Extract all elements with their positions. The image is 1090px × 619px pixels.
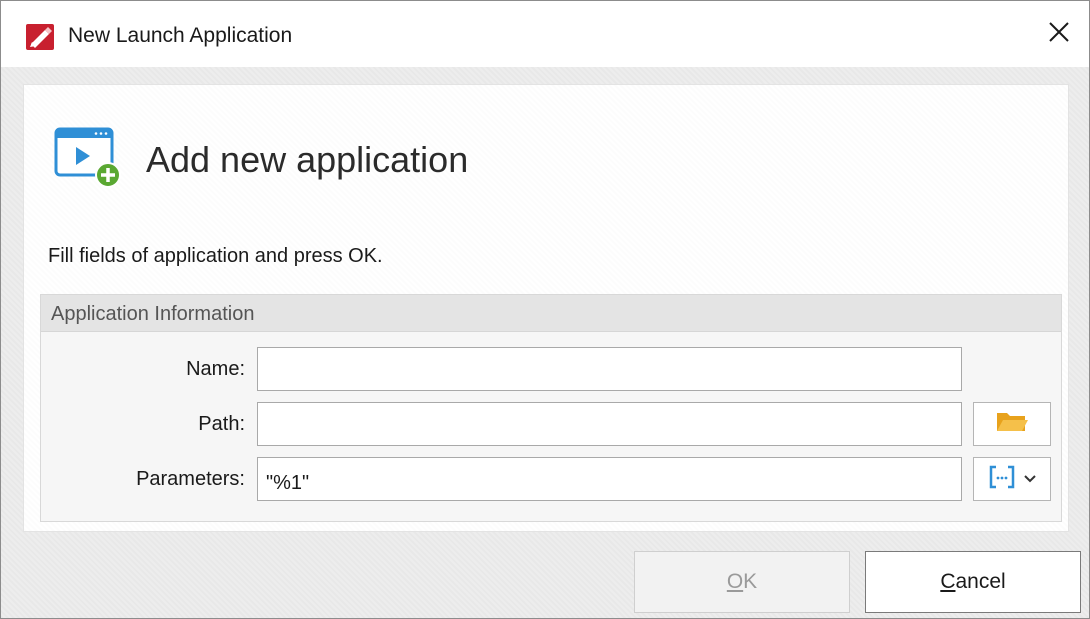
close-icon	[1048, 21, 1070, 48]
page-title: Add new application	[146, 139, 469, 180]
cancel-label-rest: ancel	[955, 570, 1006, 593]
title-bar: New Launch Application	[1, 1, 1089, 67]
pdf-editor-app-icon	[25, 23, 55, 51]
ok-button[interactable]: OK	[634, 551, 850, 613]
name-label: Name:	[186, 358, 245, 380]
parameters-input[interactable]	[257, 457, 962, 501]
path-input[interactable]	[257, 402, 962, 446]
chevron-down-icon	[1024, 470, 1036, 488]
parameters-label: Parameters:	[136, 468, 245, 490]
add-application-icon	[54, 125, 124, 189]
insert-macro-button[interactable]	[973, 457, 1051, 501]
group-header: Application Information	[41, 295, 1061, 332]
folder-icon	[995, 409, 1029, 440]
dialog-content: Add new application Fill fields of appli…	[23, 84, 1069, 532]
window-title: New Launch Application	[68, 24, 293, 47]
close-button[interactable]	[1029, 1, 1089, 67]
application-information-group: Application Information Name: Path: Para…	[40, 294, 1062, 522]
macro-brackets-icon	[988, 464, 1016, 495]
dialog-window: New Launch Application Add new applicati…	[0, 0, 1090, 619]
name-input[interactable]	[257, 347, 962, 391]
group-title: Application Information	[51, 303, 255, 325]
instruction-text: Fill fields of application and press OK.	[48, 245, 383, 267]
browse-button[interactable]	[973, 402, 1051, 446]
cancel-accelerator: C	[940, 570, 956, 593]
ok-label-rest: K	[743, 570, 758, 593]
ok-accelerator: O	[726, 570, 744, 593]
path-label: Path:	[198, 413, 245, 435]
cancel-button[interactable]: Cancel	[865, 551, 1081, 613]
